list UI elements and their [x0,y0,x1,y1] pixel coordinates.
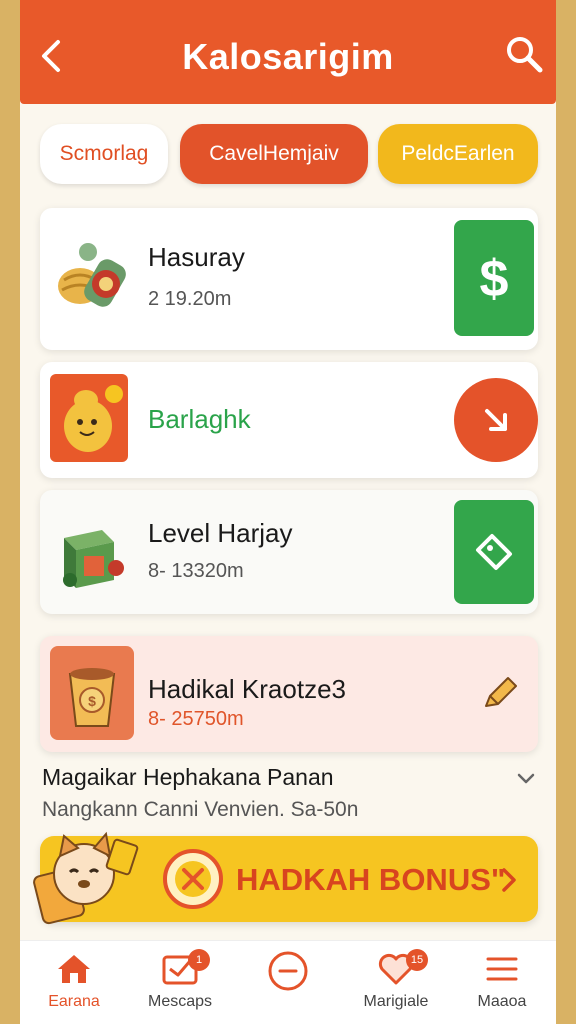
coin-icon [163,849,223,909]
app-header: Kalosarigim [20,0,556,104]
chat-icon [268,951,308,991]
tag-action-button[interactable] [454,500,534,604]
info-subtitle: Nangkann Canni Venvien. Sa-50n [42,798,359,821]
item-meta: 2 19.20m [148,288,232,310]
pencil-icon[interactable] [478,672,522,712]
filter-chip-scmorlag[interactable]: Scmorlag [40,124,168,184]
arrow-down-right-icon [485,409,507,431]
svg-text:$: $ [88,693,96,709]
info-title: Magaikar Hephakana Panan [42,764,334,790]
bonus-banner[interactable]: HADKAH BONUS" [33,831,538,925]
nav-item-menu[interactable]: Maaoa [452,949,552,1011]
filter-chip-peldcearlen[interactable]: PeldcEarlen [378,124,538,184]
menu-icon [486,957,518,981]
chevron-left-icon[interactable] [34,36,68,76]
mascot-thumbnail [50,374,128,462]
list-item[interactable]: Hasuray 2 19.20m $ [40,208,538,350]
chevron-down-icon[interactable] [516,770,536,788]
dollar-icon: $ [480,250,509,308]
cat-mascot-icon [33,831,139,925]
filter-chip-cavelhemjaiv[interactable]: CavelHemjaiv [180,124,368,184]
search-icon[interactable] [502,32,546,76]
list-item[interactable]: $ Hadikal Kraotze3 8- 25750m [40,636,538,752]
svg-text:$: $ [480,250,509,308]
tag-icon [476,534,512,570]
item-name: Barlaghk [148,404,251,434]
page-title: Kalosarigim [182,36,394,77]
dollar-action-button[interactable]: $ [454,220,534,336]
nav-label: Maaoa [477,993,527,1010]
nav-label: Marigiale [363,993,429,1010]
list-item[interactable]: Level Harjay 8- 13320m [40,490,538,614]
nav-item-chat[interactable] [238,949,338,997]
item-name: Hadikal Kraotze3 [148,674,346,704]
bonus-label: HADKAH BONUS" [236,862,506,897]
coin-cup-icon: $ [68,668,116,727]
app-screen: Kalosarigim Scmorlag CavelHemjaiv PeldcE… [20,0,556,1024]
bottom-nav: Earana 1 Mescaps 15 Marigiale Maaoa [20,940,556,1024]
home-icon [58,955,90,983]
nav-label: Earana [48,993,100,1010]
nav-item-messages[interactable]: 1 Mescaps [130,949,230,1011]
nav-item-favorites[interactable]: 15 Marigiale [346,949,446,1011]
nav-label: Mescaps [147,993,213,1010]
items-bundle-icon [58,243,126,307]
character-icon [64,383,125,452]
notification-badge: 1 [188,949,210,971]
list-item[interactable]: Barlaghk [40,362,538,478]
cup-thumbnail: $ [50,646,134,740]
item-name: Level Harjay [148,518,293,548]
notification-badge: 15 [406,949,428,971]
item-meta: 8- 25750m [148,708,244,730]
arrow-action-button[interactable] [454,378,538,462]
chevron-right-icon [502,868,516,892]
item-meta: 8- 13320m [148,560,244,582]
item-name: Hasuray [148,242,245,272]
nav-item-home[interactable]: Earana [24,949,124,1011]
gift-box-icon [63,530,124,588]
